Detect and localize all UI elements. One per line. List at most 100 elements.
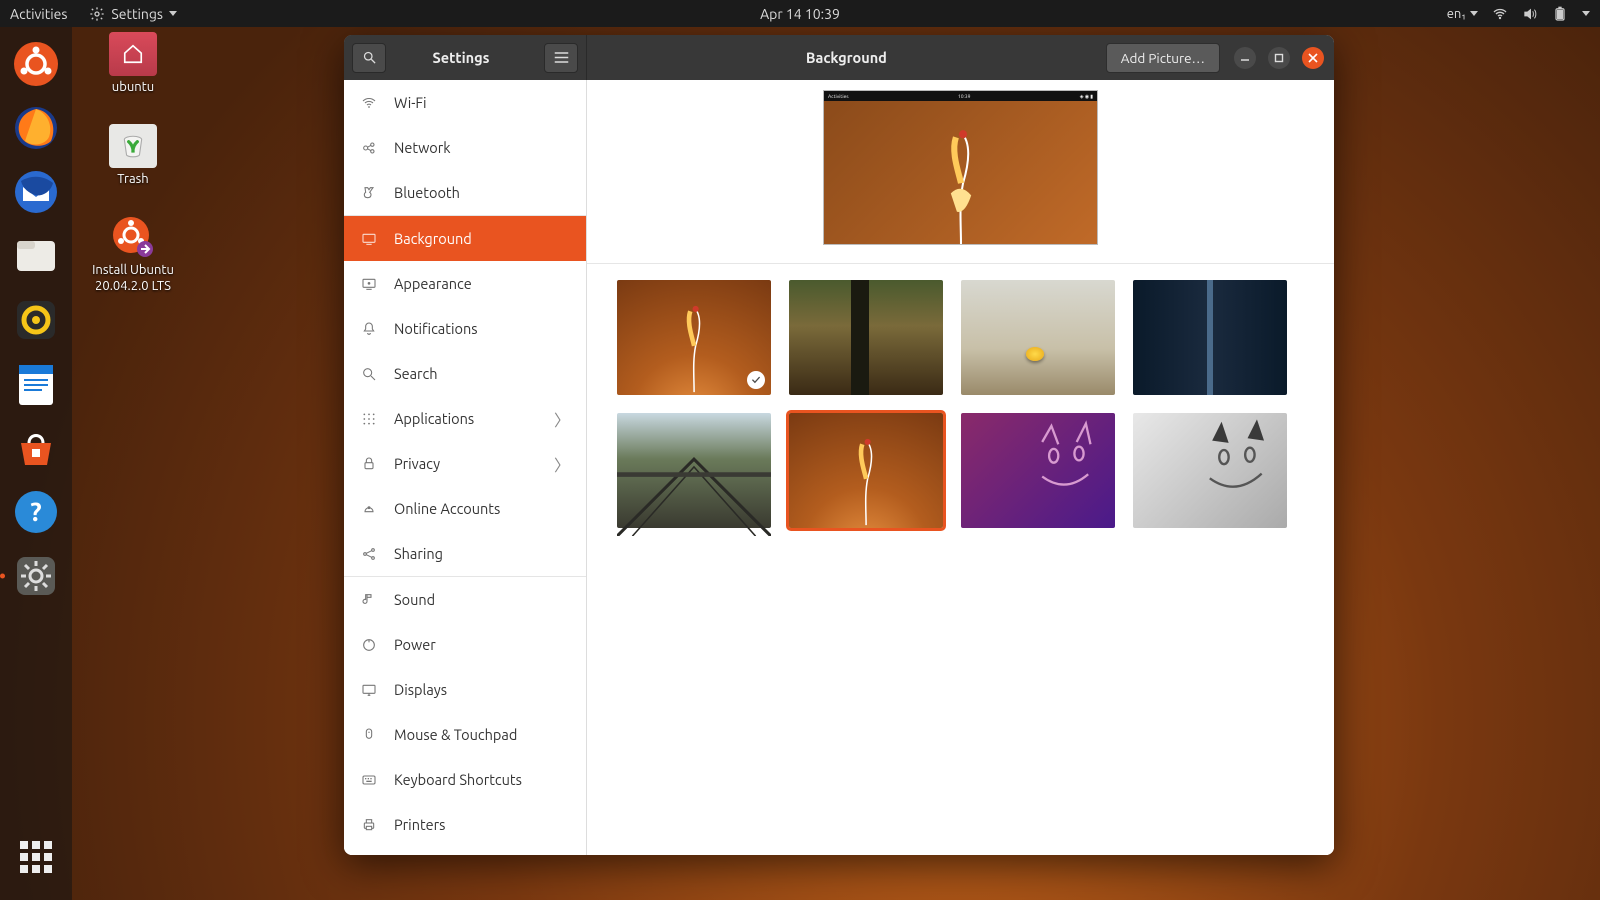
- gear-icon: [89, 6, 105, 22]
- search-icon: [362, 50, 377, 65]
- sidebar-item-network[interactable]: Network: [344, 125, 586, 170]
- search-button[interactable]: [352, 43, 386, 73]
- printers-icon: [360, 816, 378, 834]
- preview-mini-status-icons: ◈ ◉ ▮: [1080, 93, 1093, 100]
- sidebar-item-label: Wi-Fi: [394, 94, 427, 111]
- sidebar-item-keyboard-shortcuts[interactable]: Keyboard Shortcuts: [344, 757, 586, 802]
- wallpaper-thumb[interactable]: [961, 280, 1115, 395]
- appearance-icon: [360, 275, 378, 293]
- dock-help[interactable]: ?: [11, 487, 61, 537]
- hamburger-icon: [554, 51, 569, 64]
- background-icon: [360, 230, 378, 248]
- selected-check-icon: [747, 371, 765, 389]
- activities-button[interactable]: Activities: [10, 6, 67, 22]
- notifications-icon: [360, 320, 378, 338]
- sidebar-item-wi-fi[interactable]: Wi-Fi: [344, 80, 586, 125]
- sidebar-item-label: Printers: [394, 816, 445, 833]
- heron-graphic: [920, 122, 1002, 244]
- desktop-trash[interactable]: Trash: [88, 124, 178, 188]
- app-menu[interactable]: Settings: [89, 6, 177, 22]
- search-icon: [360, 365, 378, 383]
- maximize-button[interactable]: [1268, 47, 1290, 69]
- sidebar-item-sound[interactable]: Sound: [344, 577, 586, 622]
- close-button[interactable]: [1302, 47, 1324, 69]
- dock: ?: [0, 27, 72, 900]
- sidebar-item-label: Appearance: [394, 275, 472, 292]
- sidebar-item-label: Notifications: [394, 320, 478, 337]
- dock-settings[interactable]: [11, 551, 61, 601]
- wallpaper-thumb[interactable]: [789, 413, 943, 528]
- add-picture-button[interactable]: Add Picture…: [1106, 43, 1220, 73]
- chevron-right-icon: 〉: [554, 452, 570, 476]
- system-menu-chevron-icon[interactable]: [1582, 11, 1590, 16]
- dock-ubuntu[interactable]: [11, 39, 61, 89]
- wallpaper-thumb[interactable]: [617, 280, 771, 395]
- online-accounts-icon: [360, 500, 378, 518]
- chevron-right-icon: 〉: [554, 407, 570, 431]
- sidebar-item-label: Background: [394, 230, 472, 247]
- minimize-button[interactable]: [1234, 47, 1256, 69]
- dock-files[interactable]: [11, 231, 61, 281]
- bluetooth-icon: [360, 184, 378, 202]
- power-icon: [360, 636, 378, 654]
- privacy-icon: [360, 455, 378, 473]
- sidebar-item-background[interactable]: Background: [344, 216, 586, 261]
- desktop-install[interactable]: Install Ubuntu 20.04.2.0 LTS: [88, 215, 178, 294]
- background-panel: Activities 10:39 ◈ ◉ ▮: [587, 80, 1334, 855]
- sidebar-title: Settings: [386, 49, 536, 66]
- sidebar-item-appearance[interactable]: Appearance: [344, 261, 586, 306]
- dock-rhythmbox[interactable]: [11, 295, 61, 345]
- wallpaper-thumb[interactable]: [789, 280, 943, 395]
- sidebar-item-notifications[interactable]: Notifications: [344, 306, 586, 351]
- wallpaper-thumb[interactable]: [961, 413, 1115, 528]
- desktop-home-label: ubuntu: [112, 80, 154, 96]
- sidebar-item-mouse-touchpad[interactable]: Mouse & Touchpad: [344, 712, 586, 757]
- panel-title: Background: [587, 49, 1106, 66]
- settings-window: Settings Background Add Picture… Wi-Fi Ne…: [344, 35, 1334, 855]
- sidebar-item-sharing[interactable]: Sharing: [344, 531, 586, 576]
- sidebar-item-label: Search: [394, 365, 438, 382]
- current-background-preview: Activities 10:39 ◈ ◉ ▮: [823, 90, 1098, 245]
- desktop-trash-label: Trash: [117, 172, 148, 188]
- volume-icon[interactable]: [1522, 6, 1538, 22]
- window-header: Settings Background Add Picture…: [344, 35, 1334, 80]
- dock-software[interactable]: [11, 423, 61, 473]
- sidebar-item-displays[interactable]: Displays: [344, 667, 586, 712]
- sidebar-item-applications[interactable]: Applications 〉: [344, 396, 586, 441]
- sound-icon: [360, 591, 378, 609]
- sidebar-item-power[interactable]: Power: [344, 622, 586, 667]
- input-source-indicator[interactable]: en₁: [1447, 7, 1478, 21]
- dock-writer[interactable]: [11, 359, 61, 409]
- chevron-down-icon: [169, 11, 177, 16]
- dock-firefox[interactable]: [11, 103, 61, 153]
- sidebar-item-label: Keyboard Shortcuts: [394, 771, 522, 788]
- sidebar-item-printers[interactable]: Printers: [344, 802, 586, 847]
- show-applications[interactable]: [11, 832, 61, 882]
- preview-mini-clock: 10:39: [958, 93, 971, 99]
- displays-icon: [360, 681, 378, 699]
- sidebar-item-label: Sound: [394, 591, 435, 608]
- sidebar-item-privacy[interactable]: Privacy 〉: [344, 441, 586, 486]
- sidebar-item-label: Privacy: [394, 455, 440, 472]
- sidebar-item-bluetooth[interactable]: Bluetooth: [344, 170, 586, 215]
- network-icon[interactable]: [1492, 6, 1508, 22]
- sidebar-item-label: Displays: [394, 681, 447, 698]
- hamburger-menu-button[interactable]: [544, 43, 578, 73]
- wallpaper-grid: [617, 280, 1304, 528]
- wallpaper-thumb[interactable]: [617, 413, 771, 528]
- desktop-install-label: Install Ubuntu 20.04.2.0 LTS: [88, 263, 178, 294]
- sidebar-item-search[interactable]: Search: [344, 351, 586, 396]
- top-bar: Activities Settings Apr 14 10:39 en₁: [0, 0, 1600, 27]
- sidebar-item-label: Applications: [394, 410, 474, 427]
- wallpaper-thumb[interactable]: [1133, 413, 1287, 528]
- clock[interactable]: Apr 14 10:39: [760, 6, 840, 22]
- sharing-icon: [360, 545, 378, 563]
- sidebar-item-online-accounts[interactable]: Online Accounts: [344, 486, 586, 531]
- battery-icon[interactable]: [1552, 6, 1568, 22]
- wallpaper-thumb[interactable]: [1133, 280, 1287, 395]
- wi-fi-icon: [360, 94, 378, 112]
- sidebar-item-label: Online Accounts: [394, 500, 500, 517]
- dock-thunderbird[interactable]: [11, 167, 61, 217]
- desktop-home[interactable]: ubuntu: [88, 32, 178, 96]
- network-icon: [360, 139, 378, 157]
